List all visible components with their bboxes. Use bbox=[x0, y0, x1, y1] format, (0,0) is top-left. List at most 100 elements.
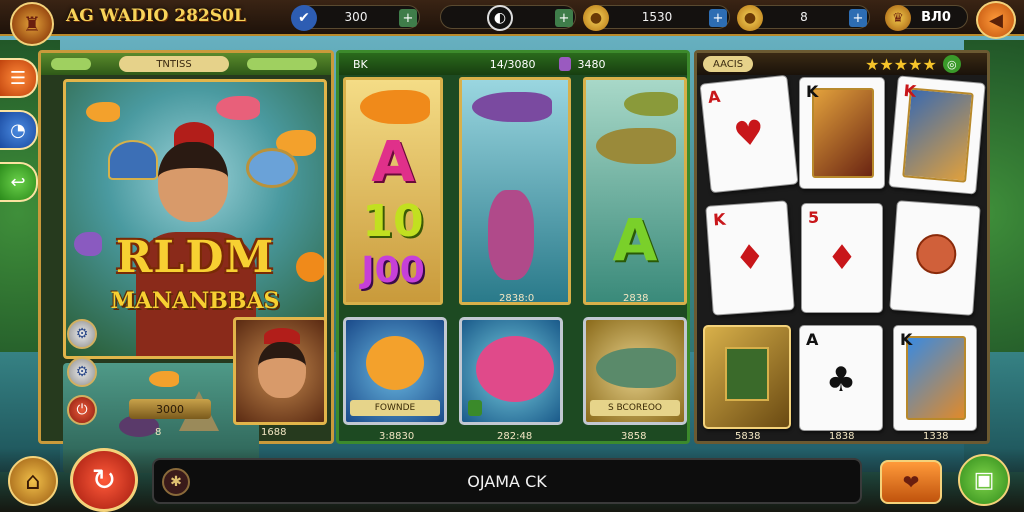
shield-icon: ✔ bbox=[291, 5, 317, 31]
resource-gems[interactable]: ● 8 + bbox=[737, 5, 870, 31]
side-share-button[interactable]: ↩ bbox=[0, 162, 38, 202]
playing-card[interactable]: K bbox=[893, 325, 977, 431]
tile-footer: 3858 bbox=[621, 431, 647, 442]
top-bar: ♜ AG WADIO 282S0L ✔ 300 + ◐ + ● 1530 + ●… bbox=[0, 0, 1024, 46]
shop-icon[interactable]: ▣ bbox=[958, 454, 1010, 506]
slots-header-left: BK bbox=[353, 57, 368, 71]
fish-icon bbox=[596, 128, 676, 164]
featured-game-subtitle: MANANBBAS bbox=[110, 288, 280, 314]
orb-icon bbox=[246, 148, 298, 188]
portrait-value: 1688 bbox=[261, 427, 287, 438]
scene-value-pill: 3000 bbox=[129, 399, 211, 419]
card-face-art bbox=[902, 87, 974, 183]
playing-card[interactable]: K bbox=[799, 77, 885, 189]
clock-icon: ◐ bbox=[487, 5, 513, 31]
resource-coins-value: 1530 bbox=[641, 10, 673, 24]
tile-label: S BCOREOO bbox=[590, 400, 680, 416]
bonus-card[interactable] bbox=[703, 325, 791, 429]
coin-icon: ● bbox=[583, 5, 609, 31]
card-face-art bbox=[812, 88, 874, 178]
fish-icon bbox=[216, 96, 260, 120]
slots-panel: BK 14/3080 3480 A 10 J00 A 2838:0 2838 F… bbox=[336, 50, 690, 444]
scene-left-value: 8 bbox=[155, 427, 162, 438]
portrait-face bbox=[258, 342, 306, 398]
featured-game-title: RLDM bbox=[115, 232, 275, 283]
resource-shield[interactable]: ✔ 300 + bbox=[291, 5, 420, 31]
tile-footer: 3:8830 bbox=[379, 431, 415, 442]
game-logo-icon[interactable]: ♜ bbox=[10, 2, 54, 46]
playing-card[interactable]: A ♥ bbox=[699, 74, 799, 194]
fish-icon bbox=[624, 92, 678, 116]
timer-plus-button[interactable]: + bbox=[555, 9, 573, 27]
card-footer-value: 1338 bbox=[923, 431, 949, 442]
app-title: AG WADIO 282S0L bbox=[66, 6, 246, 26]
featured-game-panel: TNTISS RLDM MANANBBAS ⚙ ⚙ ⏻ 3000 8 1688 bbox=[38, 50, 334, 473]
reel-letter-a-green: A bbox=[612, 206, 658, 274]
add-gems-button[interactable]: + bbox=[849, 9, 867, 27]
reel-footer-right: 2838 bbox=[623, 293, 649, 304]
tuna-icon bbox=[596, 348, 676, 388]
card-footer-value: 1838 bbox=[829, 431, 855, 442]
reel-footer-left: 2838:0 bbox=[499, 293, 535, 304]
card-footer-value: 5838 bbox=[735, 431, 761, 442]
crown-coin-icon: ♛ bbox=[885, 5, 911, 31]
portrait-thumbnail[interactable] bbox=[233, 317, 327, 425]
goldfish-icon bbox=[360, 90, 430, 124]
tile-badge bbox=[468, 400, 482, 416]
cards-header-tag: AACIS bbox=[703, 56, 754, 72]
home-icon[interactable]: ⌂ bbox=[8, 456, 58, 506]
resource-coins[interactable]: ● 1530 + bbox=[583, 5, 730, 31]
reel-letter-j00: J00 bbox=[361, 250, 425, 291]
reel-right[interactable]: A bbox=[583, 77, 687, 305]
cards-panel: AACIS ★★★★★ ◎ A ♥ K K K ♦ 5 ♦ A ♣ K 5838… bbox=[694, 50, 990, 444]
slot-tile-tuna[interactable]: S BCOREOO bbox=[583, 317, 687, 425]
playing-card[interactable]: A ♣ bbox=[799, 325, 883, 431]
pink-fish-icon bbox=[476, 336, 554, 402]
resource-shield-value: 300 bbox=[344, 10, 368, 24]
playing-card[interactable]: K ♦ bbox=[705, 200, 795, 316]
side-menu-button[interactable]: ☰ bbox=[0, 58, 38, 98]
side-profile-button[interactable]: ◔ bbox=[0, 110, 38, 150]
slot-tile-goldfish[interactable]: FOWNDE bbox=[343, 317, 447, 425]
hero-face bbox=[158, 142, 228, 222]
gear-icon[interactable]: ⚙ bbox=[67, 319, 97, 349]
header-progress-left bbox=[51, 58, 91, 70]
slots-header-mid: 14/3080 bbox=[489, 57, 536, 71]
chat-button[interactable]: ❤ bbox=[880, 460, 942, 504]
reel-letter-a: A bbox=[371, 130, 415, 195]
jumping-fish-icon bbox=[488, 190, 534, 280]
slot-tile-pinkfish[interactable] bbox=[459, 317, 563, 425]
cards-panel-header: AACIS ★★★★★ ◎ bbox=[697, 53, 987, 75]
back-button[interactable]: ◀ bbox=[976, 1, 1016, 39]
reel-letter-10: 10 bbox=[362, 196, 424, 247]
z-rune-icon bbox=[725, 347, 769, 401]
spin-button[interactable]: ↻ bbox=[70, 448, 138, 512]
playing-card[interactable]: 5 ♦ bbox=[801, 203, 883, 313]
reel-middle[interactable] bbox=[459, 77, 571, 305]
settings-icon[interactable]: ⚙ bbox=[67, 357, 97, 387]
playing-card[interactable]: K bbox=[888, 75, 986, 195]
resource-timer[interactable]: ◐ + bbox=[440, 5, 576, 31]
gem-icon: ● bbox=[737, 5, 763, 31]
fish-icon bbox=[149, 371, 179, 387]
fish-icon bbox=[86, 102, 120, 122]
reel-left[interactable]: A 10 J00 bbox=[343, 77, 443, 305]
tile-footer: 282:48 bbox=[497, 431, 533, 442]
featured-header-tag: TNTISS bbox=[119, 56, 229, 72]
balance-value: BЛ0 bbox=[921, 9, 951, 25]
balance-display: ♛ BЛ0 bbox=[885, 5, 968, 31]
power-icon[interactable]: ⏻ bbox=[67, 395, 97, 425]
message-bar[interactable]: ✱ OJAMA CK bbox=[152, 458, 862, 504]
message-text: OJAMA CK bbox=[467, 471, 547, 491]
tile-label: FOWNDE bbox=[350, 400, 440, 416]
add-shield-button[interactable]: + bbox=[399, 9, 417, 27]
featured-panel-header: TNTISS bbox=[41, 53, 331, 75]
bug-icon[interactable]: ✱ bbox=[162, 468, 190, 496]
add-coins-button[interactable]: + bbox=[709, 9, 727, 27]
playing-card[interactable] bbox=[889, 200, 981, 316]
resource-gems-value: 8 bbox=[800, 10, 808, 24]
fish-icon bbox=[472, 92, 552, 122]
pizza-icon bbox=[914, 232, 958, 276]
helmet-icon bbox=[108, 140, 158, 180]
info-icon[interactable]: ◎ bbox=[942, 55, 961, 73]
